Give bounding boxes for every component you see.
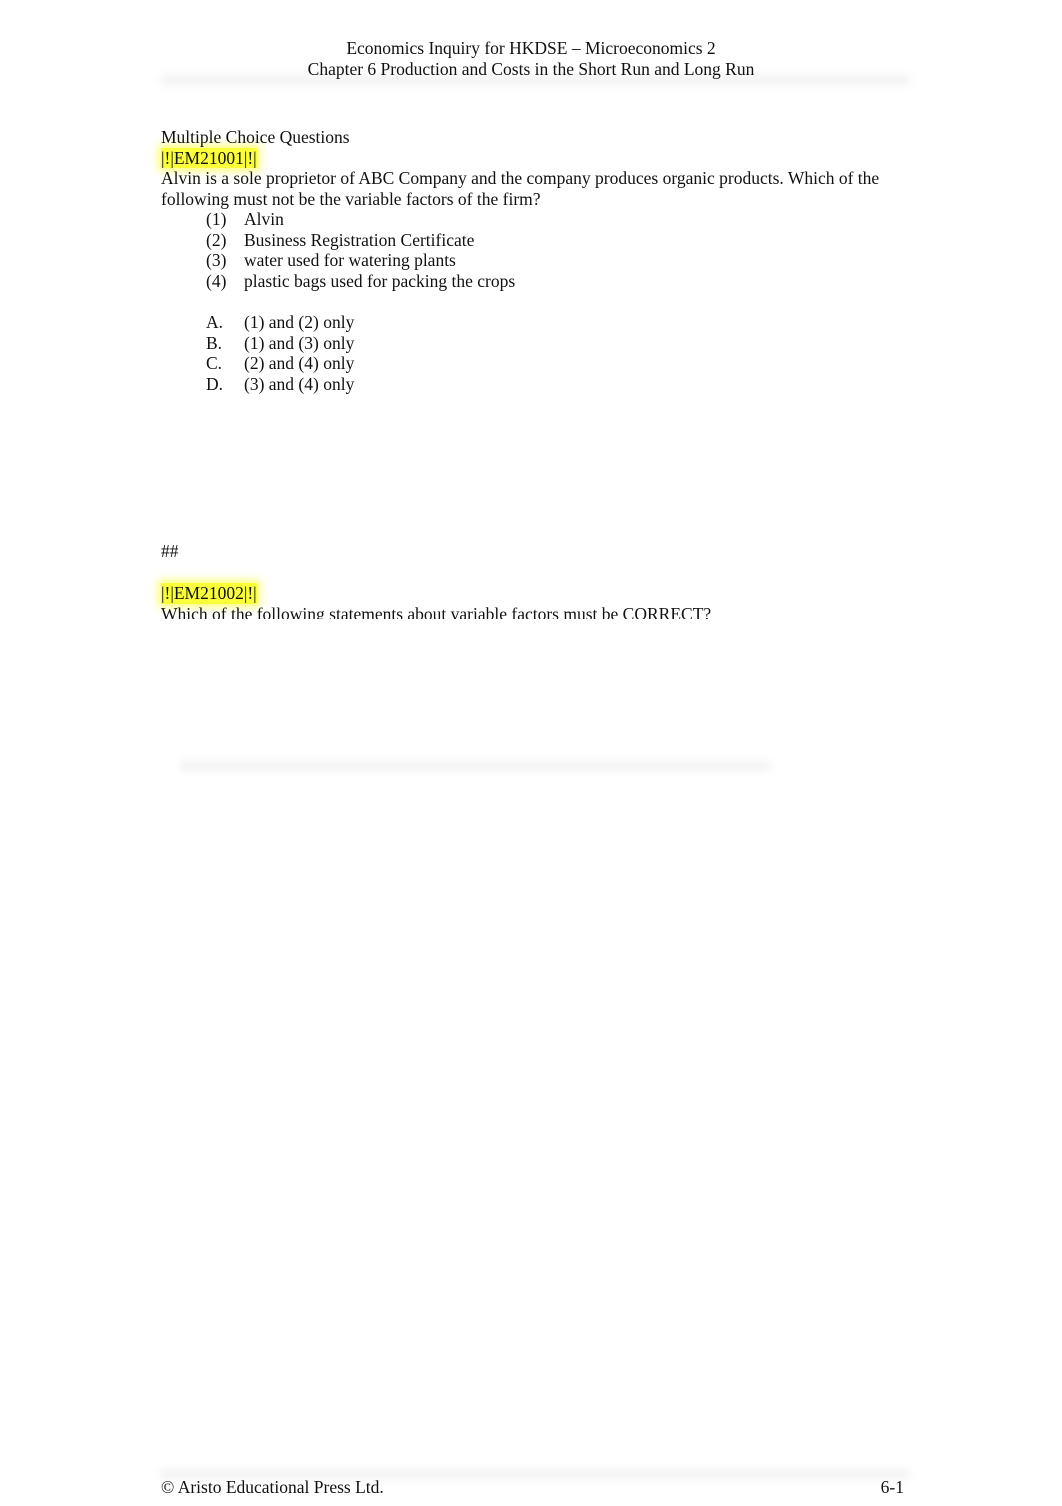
item-text: plastic bags used for packing the crops (244, 270, 516, 291)
answer-option: D. (3) and (4) only (206, 374, 906, 395)
section-title: Multiple Choice Questions (161, 127, 350, 147)
item-label: (1) (206, 209, 227, 229)
item-label: (3) (206, 250, 227, 270)
question-id: |!|EM21001|!| (161, 147, 257, 168)
item-text: water used for watering plants (244, 250, 456, 270)
option-label: B. (206, 332, 223, 353)
option-text: (2) and (4) only (244, 353, 355, 373)
answer-option: B. (1) and (3) only (206, 333, 906, 354)
list-item: (4) plastic bags used for packing the cr… (206, 271, 906, 292)
option-label: C. (206, 353, 223, 373)
question-separator: ## (161, 541, 179, 561)
option-text: (3) and (4) only (244, 373, 355, 394)
page-footer: © Aristo Educational Press Ltd. 6-1 (161, 1477, 904, 1498)
list-item: (2) Business Registration Certificate (206, 230, 906, 251)
book-title: Economics Inquiry for HKDSE – Microecono… (346, 38, 716, 58)
page-header: Economics Inquiry for HKDSE – Microecono… (0, 38, 1062, 79)
chapter-title: Chapter 6 Production and Costs in the Sh… (307, 58, 755, 79)
list-item: (1) Alvin (206, 209, 906, 230)
question-block: |!|EM21002|!| Which of the following sta… (161, 583, 906, 619)
option-text: (1) and (2) only (244, 312, 355, 332)
option-text: (1) and (3) only (244, 332, 355, 353)
question-stem: Alvin is a sole proprietor of ABC Compan… (161, 168, 880, 209)
answer-option: A. (1) and (2) only (206, 312, 906, 333)
question-id: |!|EM21002|!| (161, 583, 257, 604)
answer-option: C. (2) and (4) only (206, 353, 906, 374)
item-text: Alvin (244, 209, 284, 229)
question-items: (1) Alvin (2) Business Registration Cert… (206, 209, 906, 394)
item-text: Business Registration Certificate (244, 229, 475, 250)
question-stem: Which of the following statements about … (161, 603, 712, 619)
page-break-shadow (180, 758, 770, 774)
page-number: 6-1 (880, 1477, 904, 1497)
option-label: D. (206, 373, 224, 394)
copyright-text: © Aristo Educational Press Ltd. (161, 1477, 384, 1497)
item-label: (2) (206, 229, 227, 250)
list-item: (3) water used for watering plants (206, 250, 906, 271)
document-body: Multiple Choice Questions |!|EM21001|!| … (161, 127, 906, 394)
option-label: A. (206, 312, 224, 332)
item-label: (4) (206, 270, 227, 291)
